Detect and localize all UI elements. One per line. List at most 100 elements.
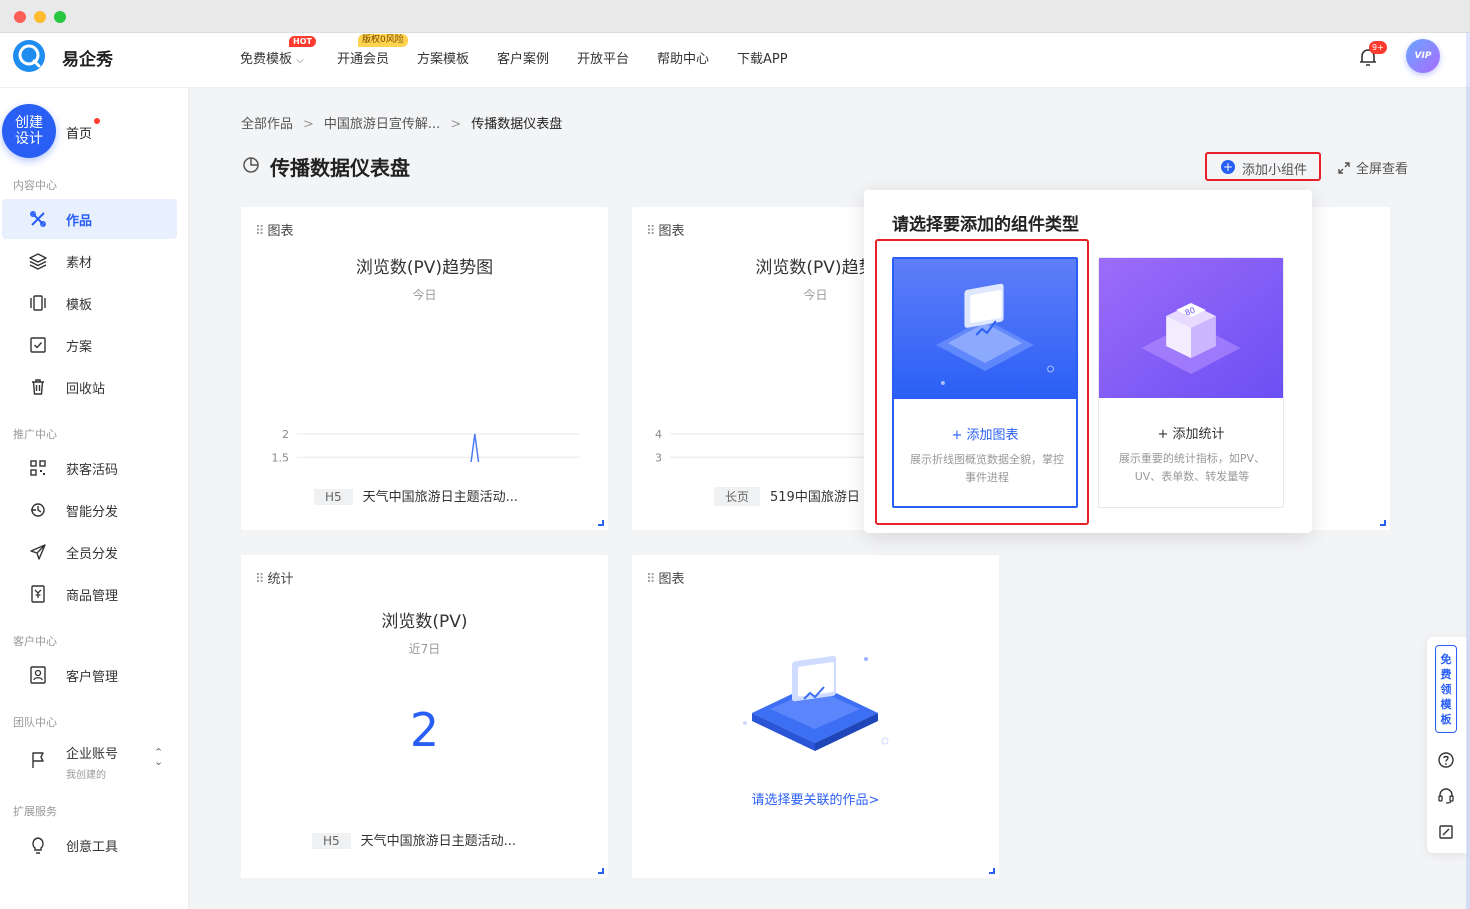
sidebar-item-solutions[interactable]: 方案 (2, 325, 177, 365)
sidebar-item-recycle-bin[interactable]: 回收站 (2, 367, 177, 407)
checklist-icon (30, 337, 46, 353)
y-tick-label: 1.5 (272, 451, 290, 462)
sidebar-item-staff-distribute[interactable]: 全员分发 (2, 532, 177, 572)
breadcrumb-all-works[interactable]: 全部作品 (241, 117, 293, 132)
sidebar-item-customers[interactable]: 客户管理 (2, 655, 177, 695)
sidebar-item-home[interactable]: 首页 (66, 123, 92, 142)
pv-trend-chart: 00.511.52010305070911131517192123 (272, 428, 579, 462)
window-close-button[interactable] (14, 11, 26, 23)
add-stat-desc: 展示重要的统计指标，如PV、UV、表单数、转发量等 (1118, 452, 1266, 483)
copyright-badge: 版权0风险 (358, 34, 408, 47)
sidebar-item-enterprise-account[interactable]: 企业账号 我创建的 ⌃ ⌄ (2, 736, 177, 784)
help-icon[interactable] (1437, 751, 1455, 769)
nav-solution-templates[interactable]: 方案模板 (417, 48, 469, 67)
drag-handle-icon[interactable]: ⠿ (646, 572, 655, 587)
drag-handle-icon[interactable]: ⠿ (255, 224, 264, 239)
sidebar-item-templates[interactable]: 模板 (2, 283, 177, 323)
nav-open-platform[interactable]: 开放平台 (577, 48, 629, 67)
customer-service-icon[interactable] (1437, 787, 1455, 805)
resize-handle-icon[interactable] (1380, 520, 1386, 526)
expand-toggle-icon[interactable]: ⌃ ⌄ (154, 747, 163, 767)
window-zoom-button[interactable] (54, 11, 66, 23)
work-name: 天气中国旅游日主题活动... (362, 490, 519, 505)
feedback-edit-icon[interactable] (1437, 823, 1455, 841)
notification-badge: 9+ (1369, 41, 1387, 54)
card-title: 浏览数(PV)趋势图 (355, 258, 494, 278)
section-team-center: 团队中心 (13, 716, 57, 729)
nav-membership[interactable]: 开通会员 (337, 48, 389, 67)
add-chart-option[interactable]: + 添加图表 展示折线图概览数据全貌，掌控事件进程 (892, 257, 1078, 508)
add-stat-label: + 添加统计 (1157, 427, 1225, 442)
add-widget-button[interactable]: + 添加小组件 (1205, 152, 1321, 181)
work-type-tag: H5 (314, 489, 353, 505)
window-minimize-button[interactable] (34, 11, 46, 23)
sidebar-item-products[interactable]: 商品管理 (2, 574, 177, 614)
resize-handle-icon[interactable] (598, 868, 604, 874)
brand-logo-icon[interactable] (12, 39, 46, 73)
nav-download-app[interactable]: 下载APP (737, 48, 788, 67)
flag-icon (32, 752, 44, 768)
top-navbar: 易企秀 免费模板 ⌵ HOT 开通会员 版权0风险 方案模板 客户案例 开放平台… (0, 33, 1470, 88)
works-icon (30, 211, 46, 227)
sidebar-item-creative-tools[interactable]: 创意工具 (2, 825, 177, 865)
sidebar-item-smart-distribute[interactable]: 智能分发 (2, 490, 177, 530)
chevron-right-icon: > (450, 117, 462, 132)
layers-icon (29, 253, 47, 270)
section-promo-center: 推广中心 (13, 428, 57, 441)
add-chart-label: + 添加图表 (951, 428, 1019, 443)
page-title: 传播数据仪表盘 (270, 156, 410, 180)
chevron-down-icon: ⌵ (296, 55, 304, 66)
nav-free-templates[interactable]: 免费模板 ⌵ (240, 48, 304, 67)
work-name: 天气中国旅游日主题活动... (360, 834, 517, 849)
drag-handle-icon[interactable]: ⠿ (255, 572, 264, 587)
chart-card-pv-trend[interactable]: ⠿图表 浏览数(PV)趋势图 今日 00.511.520103050709111… (241, 207, 608, 530)
chart-card-empty[interactable]: ⠿ 图表 请选择要关联的作品> (632, 555, 999, 878)
chevron-right-icon: > (303, 117, 314, 132)
breadcrumb-current: 传播数据仪表盘 (471, 117, 563, 132)
select-work-link[interactable]: 请选择要关联的作品> (632, 789, 999, 808)
y-tick-label: 3 (655, 451, 662, 462)
nav-customer-cases[interactable]: 客户案例 (497, 48, 549, 67)
template-icon (30, 295, 46, 311)
distribute-icon (31, 503, 45, 517)
send-icon (30, 544, 46, 560)
card-footer: H5 天气中国旅游日主题活动... (314, 486, 518, 505)
card-footer: H5 天气中国旅游日主题活动... (312, 830, 516, 849)
resize-handle-icon[interactable] (598, 520, 604, 526)
stat-card-pv[interactable]: ⠿ 统计 浏览数(PV) 近7日 2 H5 天气中国旅游日主题活动... (241, 555, 608, 878)
card-subtitle: 今日 (412, 288, 437, 302)
create-design-button[interactable]: 创建 设计 (2, 104, 56, 158)
card-subtitle: 近7日 (408, 642, 441, 656)
nav-help-center[interactable]: 帮助中心 (657, 48, 709, 67)
resize-handle-icon[interactable] (989, 868, 995, 874)
empty-chart-illustration (743, 655, 889, 751)
drag-handle-icon[interactable]: ⠿ (646, 224, 655, 239)
expand-icon (1338, 162, 1350, 174)
lightbulb-icon (32, 837, 44, 854)
window-titlebar (0, 0, 1470, 33)
add-stat-option[interactable]: 80 + 添加统计 展示重要的统计指标，如PV、UV、表单数、转发量等 (1098, 257, 1284, 508)
free-template-tab[interactable]: 免费领模板 (1435, 645, 1457, 733)
sidebar-item-materials[interactable]: 素材 (2, 241, 177, 281)
card-footer: 长页 519中国旅游日 (714, 486, 860, 506)
user-avatar[interactable]: VIP (1406, 39, 1440, 73)
home-notification-dot (94, 118, 100, 124)
card-type-label: ⠿ 图表 (646, 572, 685, 587)
fullscreen-button[interactable]: 全屏查看 (1337, 158, 1408, 177)
brand-name[interactable]: 易企秀 (62, 45, 113, 70)
breadcrumb-work[interactable]: 中国旅游日宣传解... (324, 117, 440, 132)
y-tick-label: 4 (655, 428, 662, 441)
sidebar-item-lead-qr[interactable]: 获客活码 (2, 448, 177, 488)
sidebar-item-works[interactable]: 作品 (2, 199, 177, 239)
popover-title: 请选择要添加的组件类型 (892, 215, 1079, 235)
work-type-tag: 长页 (714, 487, 761, 506)
contact-card-icon (30, 666, 46, 684)
breadcrumb: 全部作品 > 中国旅游日宣传解... > 传播数据仪表盘 (241, 113, 562, 132)
trash-icon (32, 379, 44, 395)
window-edge-accent (1466, 33, 1470, 909)
card-type-label: ⠿ 图表 (646, 224, 685, 239)
work-name: 519中国旅游日 (770, 490, 860, 505)
pie-chart-icon (243, 157, 259, 173)
work-type-tag: H5 (312, 833, 351, 849)
card-title: 浏览数(PV) (381, 612, 468, 632)
